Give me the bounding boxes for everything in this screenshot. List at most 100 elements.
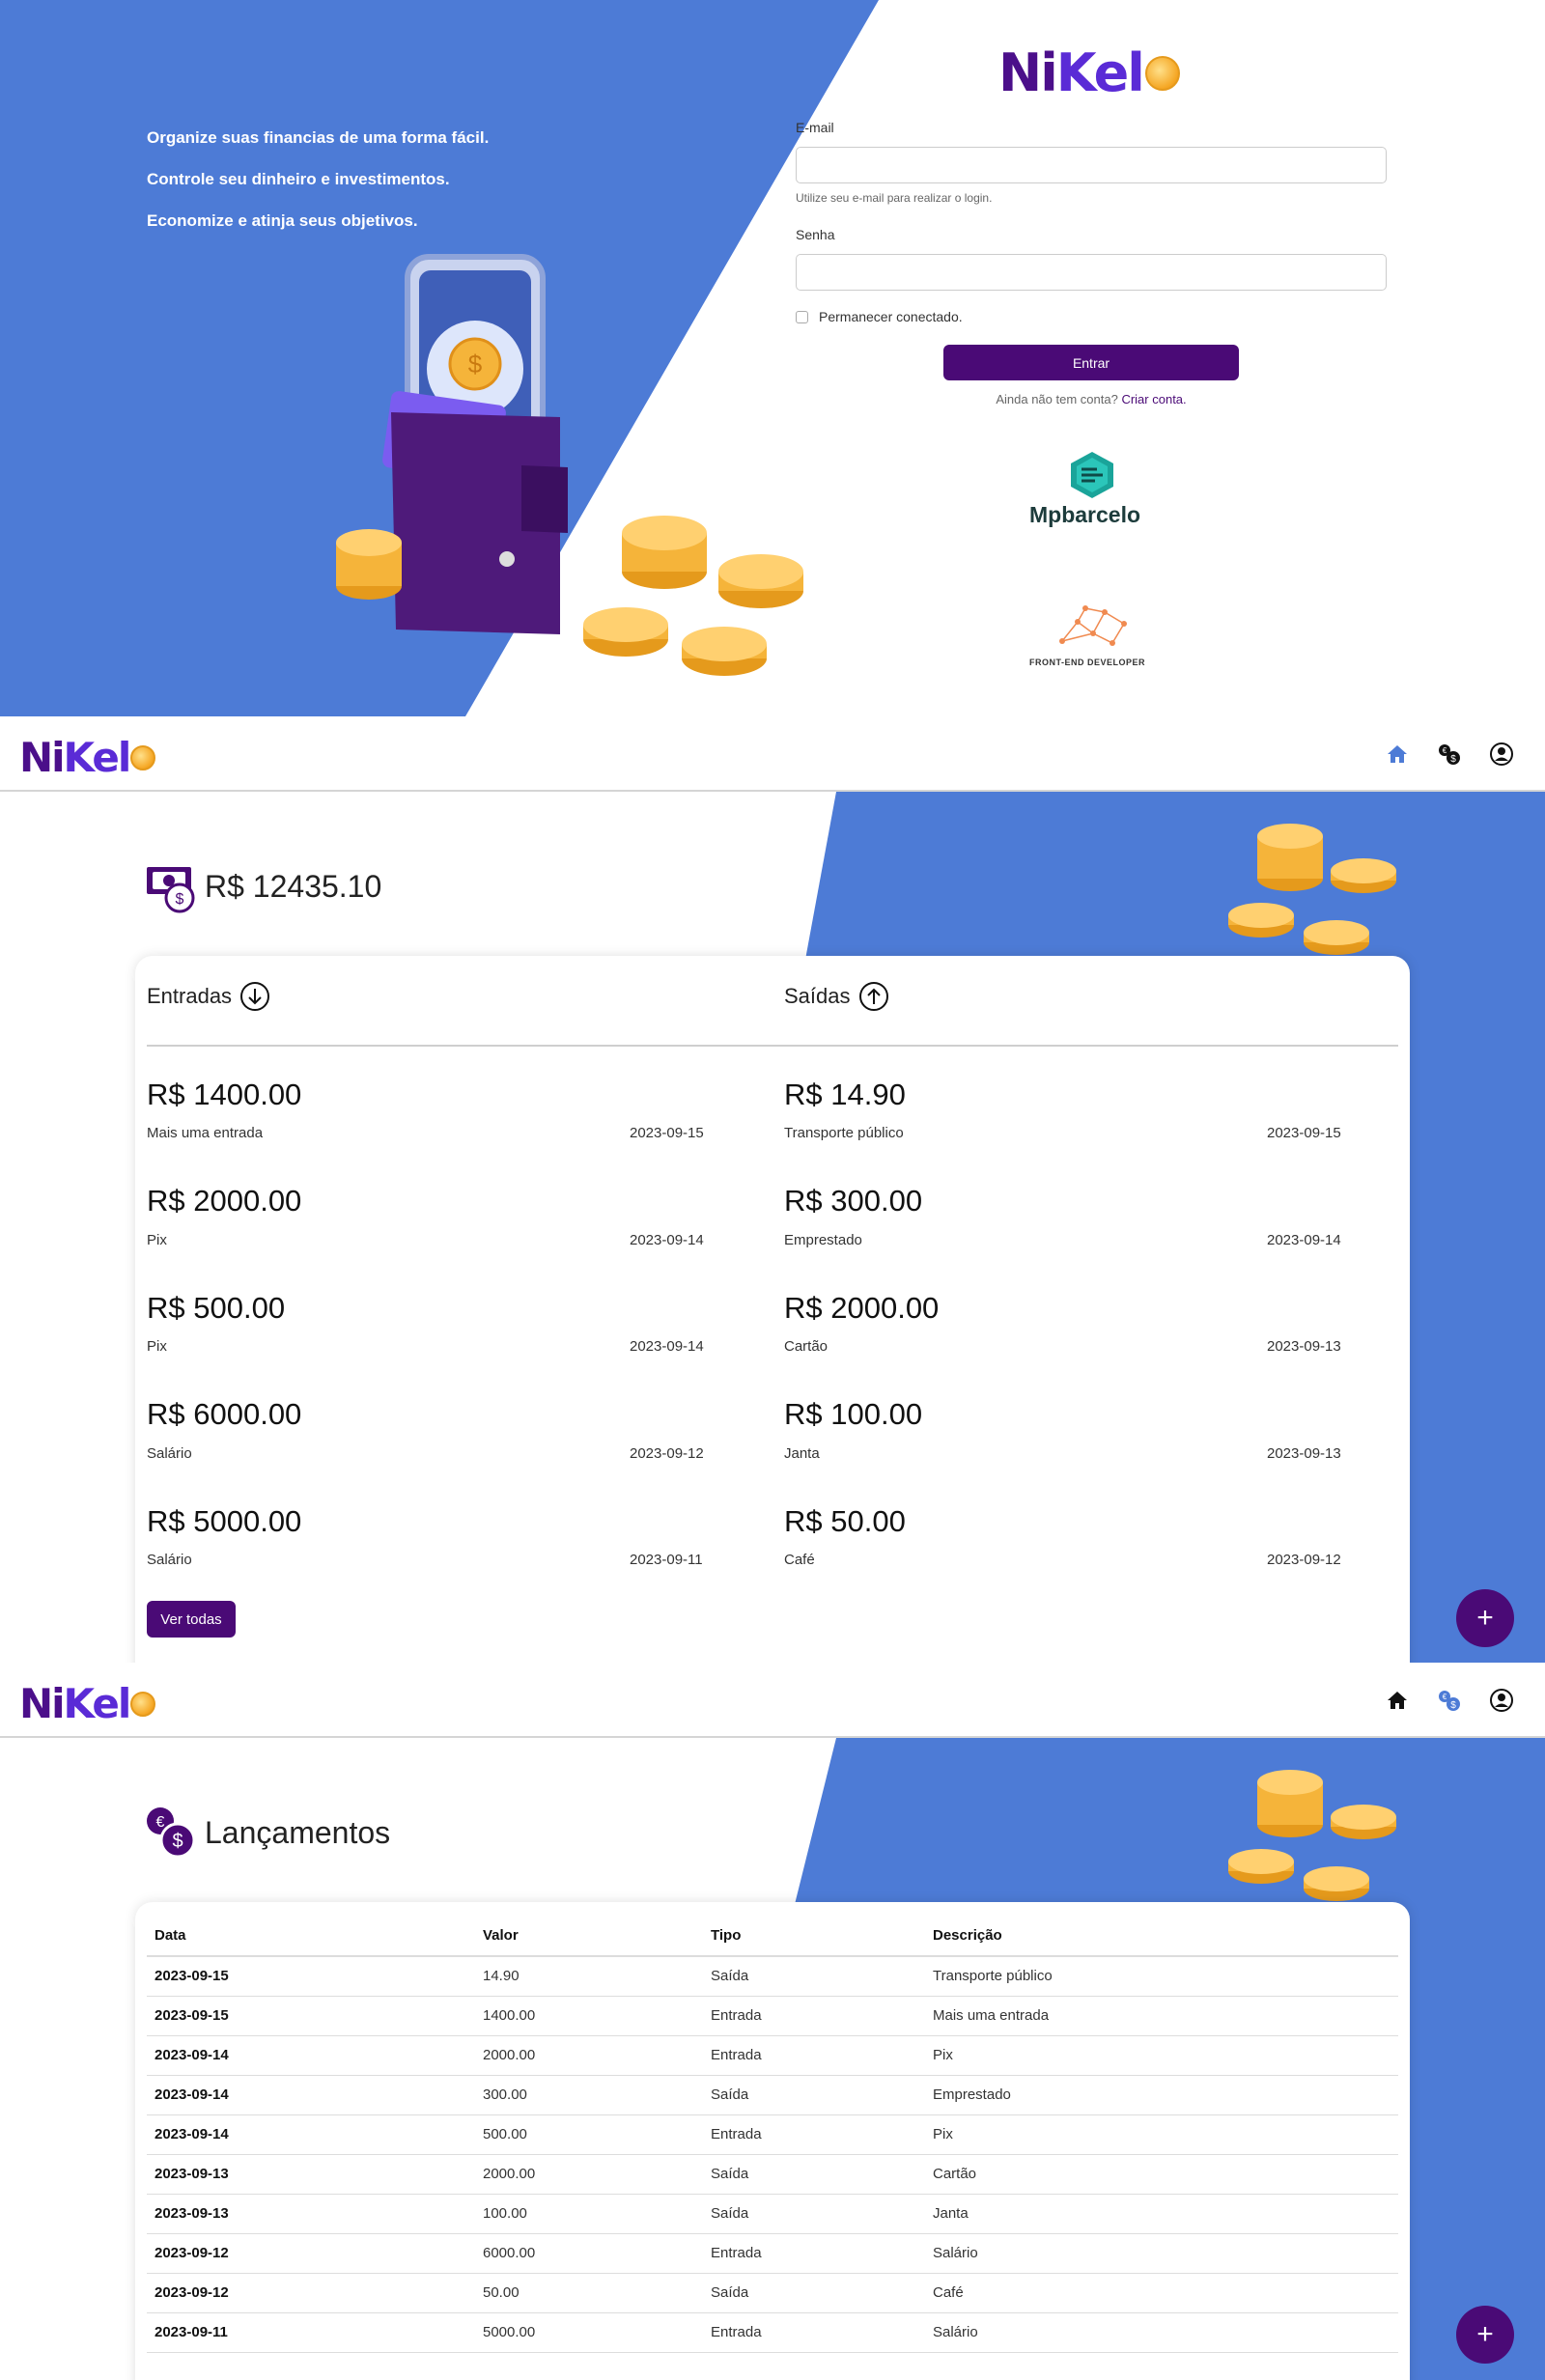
entrada-amount: R$ 5000.00 xyxy=(147,1504,302,1538)
svg-text:$: $ xyxy=(1450,1700,1456,1711)
cell-type: Entrada xyxy=(703,2114,925,2155)
entrada-desc: Salário xyxy=(147,1552,192,1568)
cell-value: 100.00 xyxy=(475,2194,703,2234)
cell-date: 2023-09-15 xyxy=(147,1996,475,2036)
col-header-descricao: Descrição xyxy=(925,1916,1398,1957)
entradas-header: Entradas xyxy=(147,981,270,1012)
saida-date: 2023-09-14 xyxy=(1267,1232,1341,1248)
cell-value: 5000.00 xyxy=(475,2312,703,2353)
home-content: $ R$ 12435.10 Entradas Saídas R$ 1400.00… xyxy=(0,792,1545,1663)
cell-description: Cartão xyxy=(925,2154,1398,2195)
signup-prompt-text: Ainda não tem conta? xyxy=(996,392,1118,406)
email-label: E-mail xyxy=(796,120,834,135)
table-row: 2023-09-12 50.00 Saída Café xyxy=(147,2273,1398,2313)
cell-date: 2023-09-13 xyxy=(147,2154,475,2195)
col-header-data: Data xyxy=(147,1916,475,1957)
transactions-navbar: Ni Kel $ € xyxy=(0,1663,1545,1738)
arrow-up-circle-icon xyxy=(858,982,888,1011)
ver-todas-button[interactable]: Ver todas xyxy=(147,1601,236,1638)
add-transaction-button[interactable]: + xyxy=(1456,2306,1514,2364)
add-transaction-button[interactable]: + xyxy=(1456,1589,1514,1647)
cell-description: Pix xyxy=(925,2114,1398,2155)
remember-checkbox[interactable] xyxy=(796,311,808,323)
home-icon[interactable] xyxy=(1385,742,1410,767)
table-header-row: Data Valor Tipo Descrição xyxy=(147,1916,1398,1957)
home-logo[interactable]: Ni Kel xyxy=(19,734,156,781)
table-row: 2023-09-11 5000.00 Entrada Salário xyxy=(147,2312,1398,2353)
saidas-header: Saídas xyxy=(784,981,889,1012)
cell-date: 2023-09-14 xyxy=(147,2114,475,2155)
table-row: 2023-09-12 6000.00 Entrada Salário xyxy=(147,2233,1398,2274)
cell-date: 2023-09-12 xyxy=(147,2273,475,2313)
entrada-date: 2023-09-12 xyxy=(630,1445,704,1462)
saida-amount: R$ 300.00 xyxy=(784,1184,923,1218)
cell-date: 2023-09-13 xyxy=(147,2194,475,2234)
cell-type: Entrada xyxy=(703,2312,925,2353)
entrada-date: 2023-09-15 xyxy=(630,1125,704,1141)
password-input[interactable] xyxy=(796,254,1387,291)
svg-text:$: $ xyxy=(172,1831,183,1852)
signup-link[interactable]: Criar conta. xyxy=(1121,392,1186,406)
saida-desc: Janta xyxy=(784,1445,820,1462)
user-circle-icon[interactable] xyxy=(1489,1688,1514,1713)
table-row: 2023-09-13 100.00 Saída Janta xyxy=(147,2194,1398,2234)
saida-amount: R$ 100.00 xyxy=(784,1397,923,1431)
svg-text:€: € xyxy=(1443,1693,1447,1701)
dev-label: FRONT-END DEVELOPER xyxy=(1029,658,1146,667)
svg-text:€: € xyxy=(1443,746,1447,755)
cell-description: Café xyxy=(925,2273,1398,2313)
mpbarcelo-logo-icon xyxy=(1071,452,1113,498)
login-logo: Ni Kel xyxy=(998,42,1180,103)
saidas-title: Saídas xyxy=(784,984,851,1008)
coins-decoration xyxy=(1228,824,1396,955)
cell-type: Entrada xyxy=(703,2233,925,2274)
saida-desc: Emprestado xyxy=(784,1232,862,1248)
saida-desc: Café xyxy=(784,1552,815,1568)
table-row: 2023-09-15 1400.00 Entrada Mais uma entrada xyxy=(147,1996,1398,2036)
coins-exchange-icon[interactable]: $ € xyxy=(1437,1688,1462,1713)
coin-stack-left xyxy=(336,529,402,600)
home-navbar: Ni Kel $ € xyxy=(0,716,1545,792)
coins-exchange-icon: € $ xyxy=(147,1807,196,1859)
entrada-date: 2023-09-14 xyxy=(630,1232,704,1248)
cell-value: 2000.00 xyxy=(475,2154,703,2195)
transactions-content: € $ Lançamentos Data Valor Tipo Descriçã… xyxy=(0,1738,1545,2380)
table-row: 2023-09-14 500.00 Entrada Pix xyxy=(147,2114,1398,2155)
cell-type: Saída xyxy=(703,2075,925,2115)
cell-value: 300.00 xyxy=(475,2075,703,2115)
saida-date: 2023-09-15 xyxy=(1267,1125,1341,1141)
table-row: 2023-09-13 2000.00 Saída Cartão xyxy=(147,2154,1398,2195)
remember-label: Permanecer conectado. xyxy=(819,309,963,324)
table-row: 2023-09-14 2000.00 Entrada Pix xyxy=(147,2035,1398,2076)
entrada-amount: R$ 500.00 xyxy=(147,1291,286,1325)
cell-type: Saída xyxy=(703,2194,925,2234)
entrada-desc: Pix xyxy=(147,1232,167,1248)
entrada-date: 2023-09-11 xyxy=(630,1552,703,1568)
user-circle-icon[interactable] xyxy=(1489,742,1514,767)
cell-date: 2023-09-15 xyxy=(147,1956,475,1997)
cell-value: 1400.00 xyxy=(475,1996,703,2036)
home-icon[interactable] xyxy=(1385,1688,1410,1713)
cell-description: Salário xyxy=(925,2233,1398,2274)
email-input[interactable] xyxy=(796,147,1387,183)
cell-description: Transporte público xyxy=(925,1956,1398,1997)
header-divider xyxy=(147,1045,1398,1047)
balance-value: R$ 12435.10 xyxy=(205,869,382,904)
saida-amount: R$ 2000.00 xyxy=(784,1291,940,1325)
tagline-2: Controle seu dinheiro e investimentos. xyxy=(147,170,450,188)
email-help-text: Utilize seu e-mail para realizar o login… xyxy=(796,191,993,205)
cell-type: Entrada xyxy=(703,2035,925,2076)
saida-date: 2023-09-13 xyxy=(1267,1338,1341,1355)
network-icon xyxy=(1059,605,1127,646)
col-header-tipo: Tipo xyxy=(703,1916,925,1957)
svg-text:$: $ xyxy=(1450,754,1456,765)
login-submit-button[interactable]: Entrar xyxy=(943,345,1239,380)
signup-prompt: Ainda não tem conta? Criar conta. xyxy=(840,392,1342,406)
cell-type: Saída xyxy=(703,2273,925,2313)
saida-desc: Cartão xyxy=(784,1338,829,1355)
col-header-valor: Valor xyxy=(475,1916,703,1957)
wallet-phone-illustration: $ xyxy=(336,254,803,676)
coins-exchange-icon[interactable]: $ € xyxy=(1437,742,1462,767)
transactions-logo[interactable]: Ni Kel xyxy=(19,1680,156,1727)
cell-description: Mais uma entrada xyxy=(925,1996,1398,2036)
